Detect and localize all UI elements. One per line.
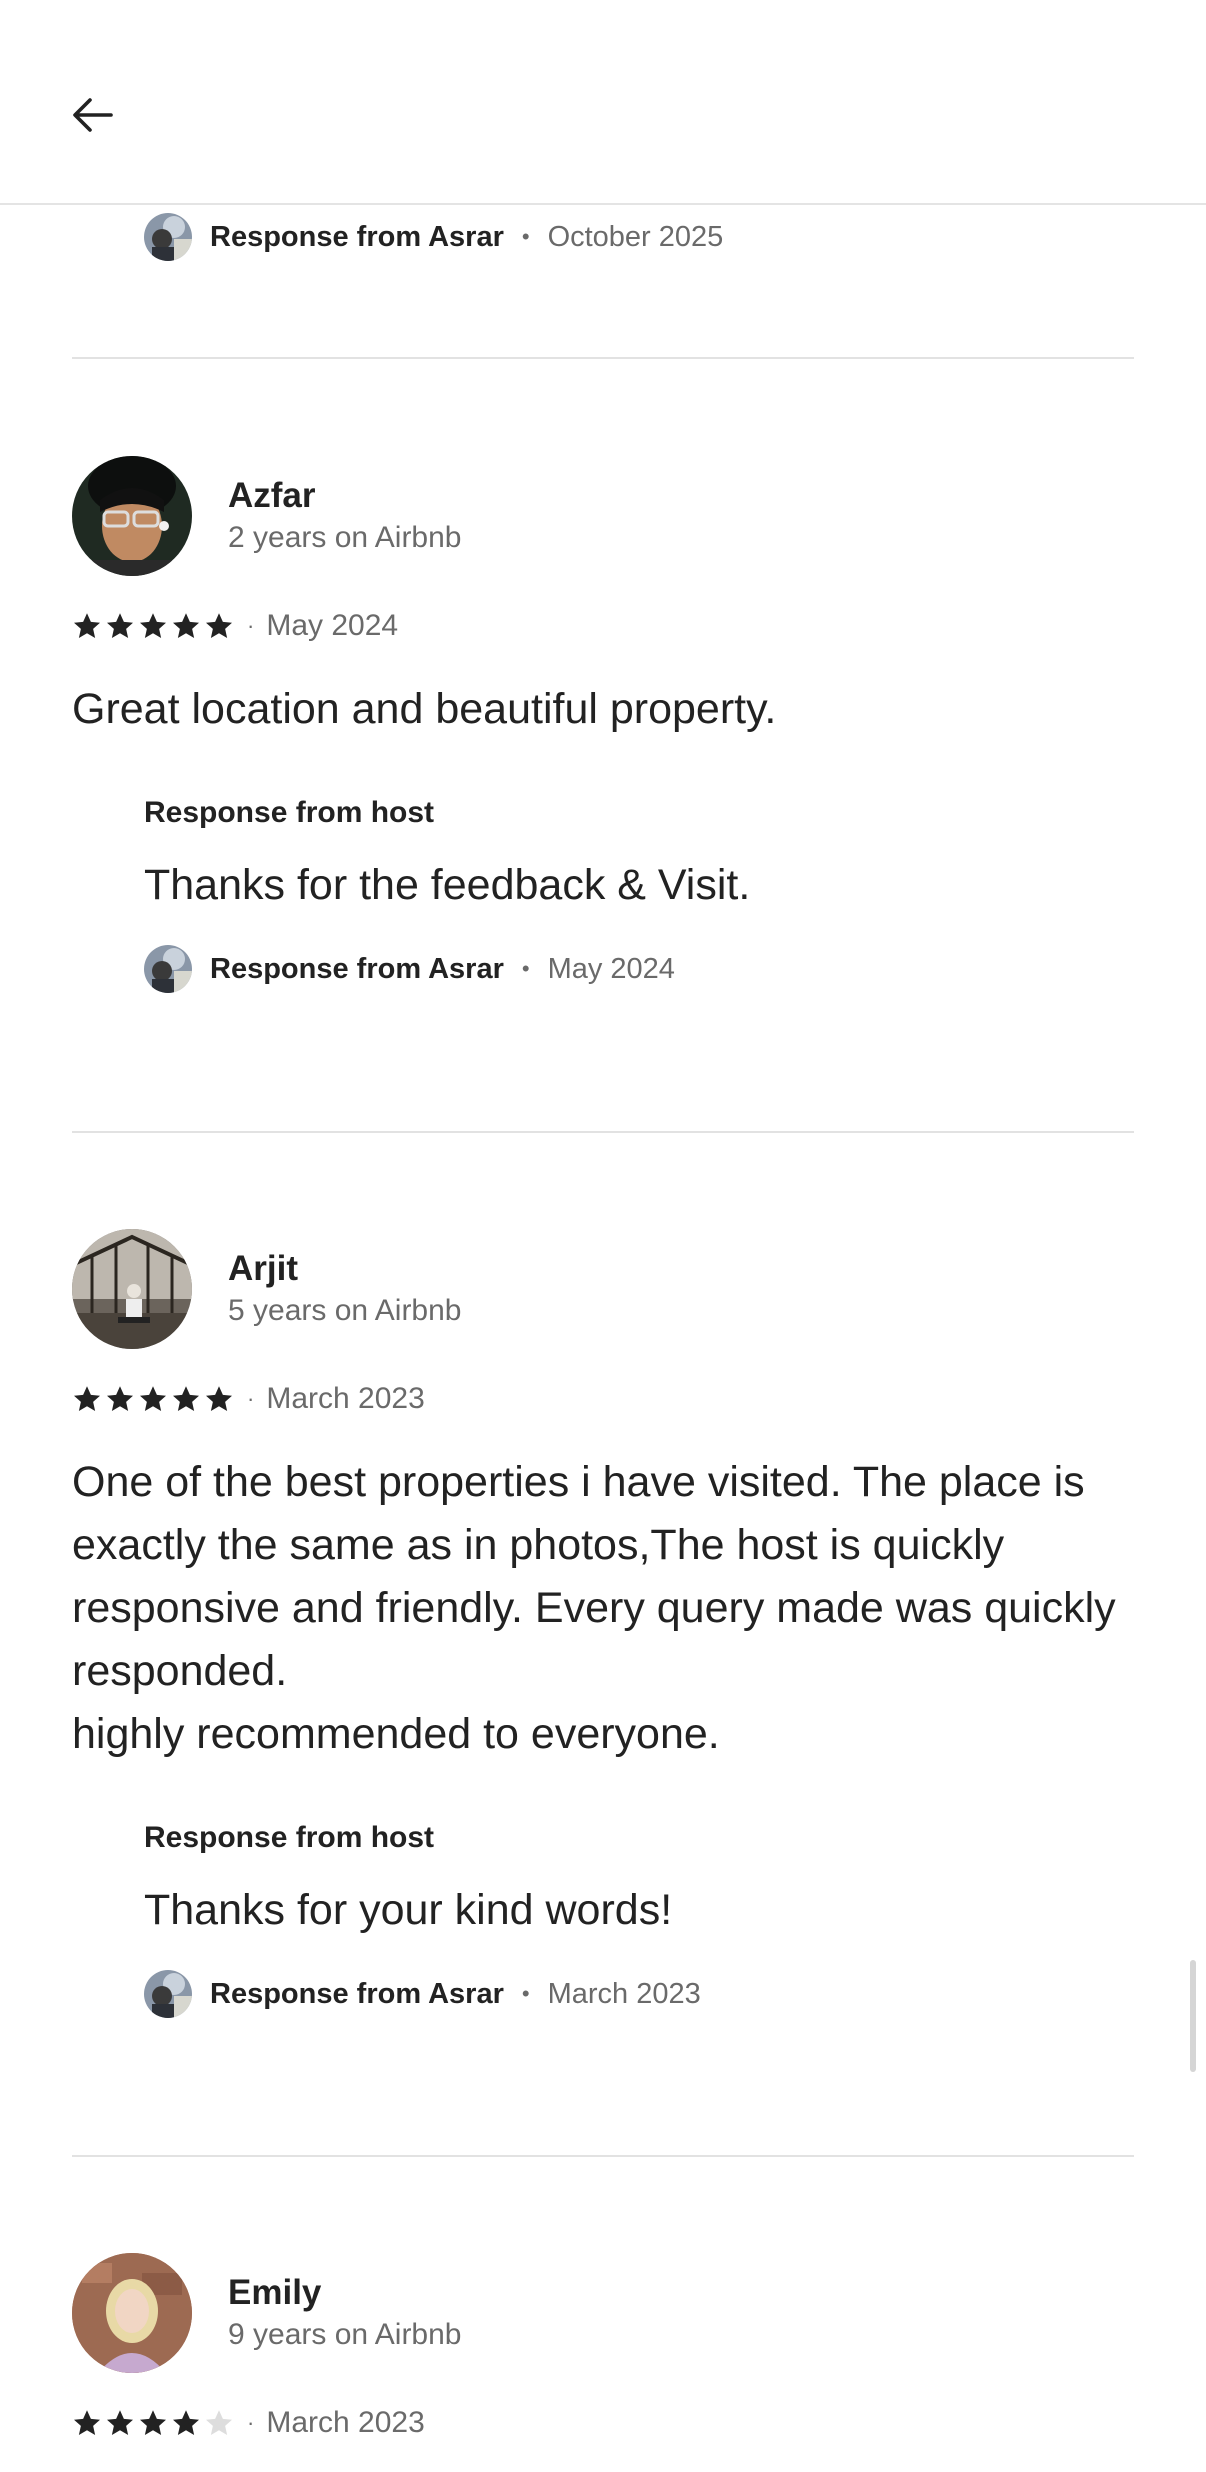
reviewer-tenure: 5 years on Airbnb: [228, 1294, 462, 1327]
host-response-text: Thanks for your kind words!: [144, 1886, 673, 1934]
host-response: Response from host Thanks for the feedba…: [144, 793, 1134, 915]
host-avatar: [144, 213, 192, 261]
host-response-date: October 2025: [547, 220, 724, 253]
star-icon: [173, 613, 199, 638]
reviews-page: Response from Asrar • October 2025 Azfar…: [0, 0, 1206, 2472]
star-icon: [74, 613, 100, 638]
host-response-footer: Response from Asrar • May 2024: [144, 945, 1134, 993]
review-item: Azfar 2 years on Airbnb · May 2024 Great…: [72, 456, 1134, 993]
star-empty-icon: [206, 2410, 232, 2435]
separator-dot: ·: [247, 1386, 255, 1411]
star-icon: [140, 2410, 166, 2435]
host-response-date: March 2023: [547, 1977, 701, 2010]
review-text: One of the best properties i have visite…: [72, 1458, 1116, 1758]
top-bar: [0, 0, 1206, 205]
star-icon: [74, 2410, 100, 2435]
reviewer-header[interactable]: Azfar 2 years on Airbnb: [72, 456, 1134, 576]
reviewer-name: Arjit: [228, 1249, 298, 1288]
divider: [72, 2155, 1134, 2157]
star-icon: [74, 1386, 100, 1411]
host-response-name: Response from Asrar: [210, 1977, 504, 2010]
host-response-footer: Response from Asrar • October 2025: [72, 213, 723, 261]
reviewer-name: Azfar: [228, 476, 316, 515]
host-response-name: Response from Asrar: [210, 220, 504, 253]
review-text: Great location and beautiful property.: [72, 685, 777, 733]
star-icon: [173, 2410, 199, 2435]
review-date: May 2024: [266, 609, 399, 642]
separator-dot: ·: [247, 613, 255, 638]
host-response-label: Response from host: [144, 1821, 435, 1854]
separator-dot: •: [521, 1981, 530, 2006]
rating-row: · March 2023: [72, 2403, 1134, 2443]
star-rating: [72, 611, 237, 641]
reviewer-tenure: 9 years on Airbnb: [228, 2318, 462, 2351]
separator-dot: ·: [247, 2410, 255, 2435]
review-date: March 2023: [266, 2406, 425, 2439]
divider: [72, 1131, 1134, 1133]
rating-row: · March 2023: [72, 1379, 1134, 1419]
host-response-label: Response from host: [144, 796, 435, 829]
rating-row: · May 2024: [72, 606, 1134, 646]
star-icon: [206, 1386, 232, 1411]
star-icon: [206, 613, 232, 638]
arrow-left-icon: [73, 98, 113, 132]
host-response-footer: Response from Asrar • March 2023: [144, 1970, 1134, 2018]
avatar: [72, 2253, 192, 2373]
host-avatar: [144, 945, 192, 993]
star-icon: [107, 2410, 133, 2435]
review-item: Arjit 5 years on Airbnb · March 2023 One…: [72, 1229, 1134, 2018]
separator-dot: •: [521, 956, 530, 981]
star-rating: [72, 2408, 237, 2438]
divider: [72, 357, 1134, 359]
avatar: [72, 1229, 192, 1349]
reviewer-name: Emily: [228, 2273, 322, 2312]
host-response-text: Thanks for the feedback & Visit.: [144, 861, 751, 909]
back-button[interactable]: [62, 84, 124, 146]
host-response: Response from host Thanks for your kind …: [144, 1818, 1134, 1940]
star-icon: [107, 1386, 133, 1411]
separator-dot: •: [521, 224, 530, 249]
star-icon: [173, 1386, 199, 1411]
star-icon: [107, 613, 133, 638]
reviewer-header[interactable]: Emily 9 years on Airbnb: [72, 2253, 1134, 2373]
review-item: Emily 9 years on Airbnb · March 2023: [72, 2253, 1134, 2443]
star-icon: [140, 1386, 166, 1411]
host-response-date: May 2024: [547, 952, 675, 985]
star-icon: [140, 613, 166, 638]
review-date: March 2023: [266, 1382, 425, 1415]
avatar: [72, 456, 192, 576]
host-avatar: [144, 1970, 192, 2018]
scrollbar[interactable]: [1190, 1960, 1196, 2072]
host-response-name: Response from Asrar: [210, 952, 504, 985]
reviewer-tenure: 2 years on Airbnb: [228, 521, 462, 554]
star-rating: [72, 1384, 237, 1414]
reviewer-header[interactable]: Arjit 5 years on Airbnb: [72, 1229, 1134, 1349]
